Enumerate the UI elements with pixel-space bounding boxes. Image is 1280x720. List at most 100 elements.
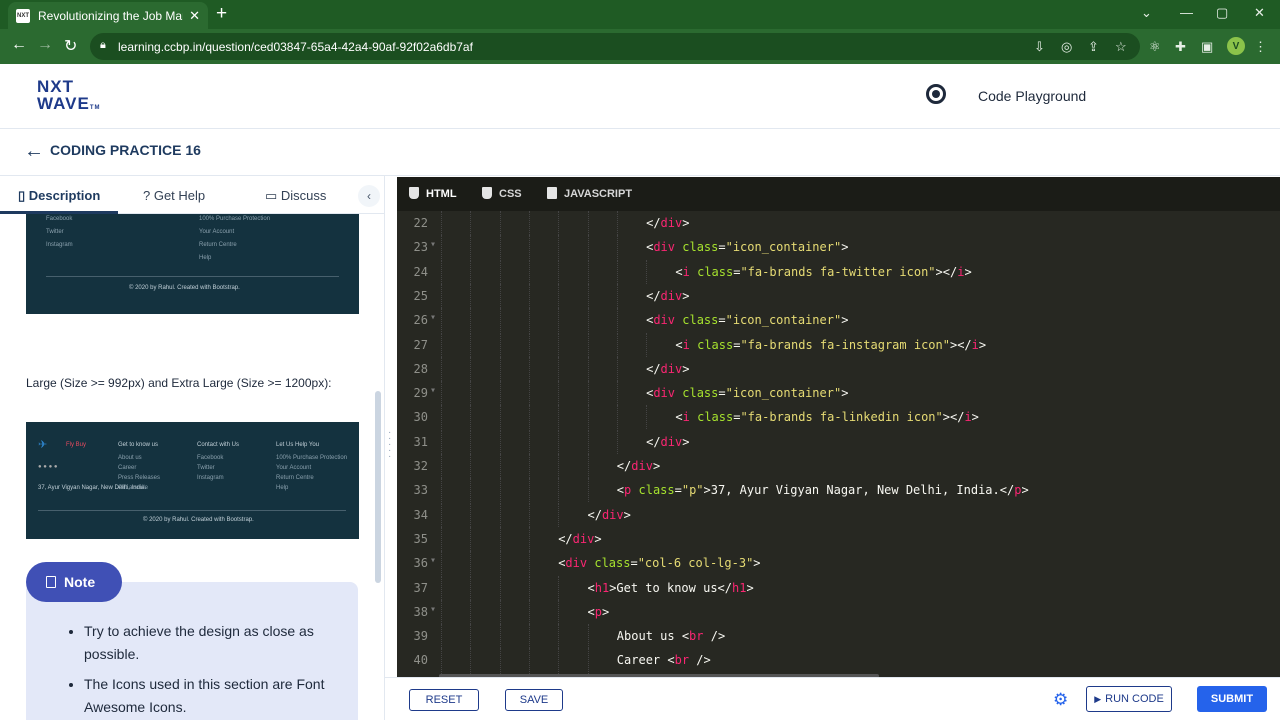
line-number: 24 — [413, 264, 428, 279]
app-header: NXT WAVETM Code Playground — [0, 64, 1280, 129]
collapse-panel-button[interactable]: ‹ — [358, 185, 380, 207]
line-number: 31 — [413, 434, 428, 449]
line-number: 29 — [413, 386, 428, 401]
line-number: 33 — [413, 483, 428, 498]
line-number: 40 — [413, 653, 428, 668]
tab-description[interactable]: ▯ Description — [18, 188, 100, 204]
code-text: </div> — [646, 288, 690, 303]
description-text: Large (Size >= 992px) and Extra Large (S… — [26, 376, 332, 390]
code-line[interactable]: 37 <h1>Get to know us</h1> — [397, 575, 1280, 600]
css3-icon — [482, 187, 492, 199]
submit-button[interactable]: SUBMIT — [1197, 686, 1267, 712]
tab-css[interactable]: CSS — [482, 187, 522, 200]
code-text: </div> — [616, 459, 661, 473]
back-arrow-icon[interactable]: ← — [24, 140, 44, 163]
fold-arrow-icon[interactable]: ▾ — [430, 312, 436, 323]
bird-logo-icon: ✈ — [38, 439, 48, 451]
url-input[interactable]: 🔒︎ learning.ccbp.in/question/ced03847-65… — [90, 33, 1140, 60]
maximize-icon[interactable]: ▢ — [1216, 5, 1228, 21]
timer-icon[interactable] — [926, 84, 946, 104]
code-line[interactable]: 30 <i class="fa-brands fa-linkedin icon">… — [397, 405, 1280, 430]
line-number: 26 — [413, 313, 428, 328]
fold-arrow-icon[interactable]: ▾ — [430, 385, 436, 396]
line-number: 36 — [413, 556, 428, 571]
code-line[interactable]: 26 ▾ <div class="icon_container"> — [397, 308, 1280, 333]
code-text: </div> — [646, 434, 690, 449]
url-text: learning.ccbp.in/question/ced03847-65a4-… — [118, 39, 473, 54]
left-scrollbar[interactable] — [375, 391, 381, 583]
window-close-icon[interactable]: ✕ — [1254, 5, 1265, 21]
back-icon[interactable]: ← — [11, 36, 27, 54]
tab-get-help[interactable]: ? Get Help — [143, 188, 205, 203]
tab-html[interactable]: HTML — [409, 187, 457, 200]
note-item: The Icons used in this section are Font … — [84, 673, 344, 719]
line-number: 38 — [413, 604, 428, 619]
reset-button[interactable]: RESET — [409, 689, 479, 711]
code-line[interactable]: 35 </div> — [397, 526, 1280, 551]
left-panel: ▯ Description ? Get Help ▭ Discuss ‹ Fac… — [0, 176, 385, 720]
new-tab-icon[interactable]: + — [216, 3, 227, 25]
left-tabs: ▯ Description ? Get Help ▭ Discuss ‹ — [0, 176, 384, 214]
tab-javascript[interactable]: JAVASCRIPT — [547, 187, 632, 200]
code-line[interactable]: 27 <i class="fa-brands fa-instagram icon"… — [397, 332, 1280, 357]
share-icon[interactable]: ⇪ — [1088, 39, 1099, 55]
tab-discuss[interactable]: ▭ Discuss — [265, 188, 326, 204]
favicon-icon: NXT — [16, 8, 30, 23]
browser-tab[interactable]: NXT Revolutionizing the Job Market | ✕ — [8, 2, 208, 29]
fold-arrow-icon[interactable]: ▾ — [430, 555, 436, 566]
code-line[interactable]: 22 </div> — [397, 211, 1280, 235]
code-line[interactable]: 33 <p class="p">37, Ayur Vigyan Nagar, Ne… — [397, 478, 1280, 503]
reload-icon[interactable]: ↻ — [64, 36, 77, 56]
close-tab-icon[interactable]: ✕ — [189, 8, 200, 24]
minimize-icon[interactable]: — — [1180, 5, 1193, 20]
bookmark-star-icon[interactable]: ☆ — [1115, 39, 1127, 55]
code-text: </div> — [558, 531, 602, 546]
code-lines[interactable]: 22 </div> 23 ▾ <div class="icon_container"> 2… — [397, 211, 1280, 697]
menu-icon[interactable]: ⋮ — [1254, 39, 1267, 55]
line-number: 35 — [413, 531, 428, 546]
code-line[interactable]: 36 ▾ <div class="col-6 col-lg-3"> — [397, 551, 1280, 576]
code-playground-link[interactable]: Code Playground — [978, 88, 1086, 104]
code-text: <div class="icon_container"> — [646, 313, 849, 328]
install-icon[interactable]: ⇩ — [1034, 39, 1045, 55]
code-text: <div class="icon_container"> — [646, 240, 849, 255]
code-line[interactable]: 40 Career <br /> — [397, 648, 1280, 673]
line-number: 27 — [413, 337, 428, 352]
code-line[interactable]: 32 </div> — [397, 454, 1280, 478]
line-number: 30 — [413, 410, 428, 425]
code-line[interactable]: 31 </div> — [397, 429, 1280, 454]
tab-search-icon[interactable]: ⌄ — [1141, 5, 1152, 21]
resize-handle[interactable]: · · · · · — [388, 428, 391, 462]
fold-arrow-icon[interactable]: ▾ — [430, 239, 436, 250]
nxtwave-logo[interactable]: NXT WAVETM — [37, 78, 100, 117]
react-extension-icon[interactable]: ⚛ — [1149, 39, 1161, 55]
save-button[interactable]: SAVE — [505, 689, 563, 711]
note-badge: Note — [26, 562, 122, 602]
code-line[interactable]: 34 </div> — [397, 502, 1280, 527]
code-editor[interactable]: HTML CSS JAVASCRIPT 22 </div> 23 ▾ <div clas… — [397, 177, 1280, 697]
code-line[interactable]: 28 </div> — [397, 356, 1280, 381]
settings-gear-icon[interactable]: ⚙ — [1053, 690, 1068, 710]
html5-icon — [409, 187, 419, 199]
forward-icon[interactable]: → — [37, 36, 53, 54]
line-number: 22 — [413, 216, 428, 230]
code-line[interactable]: 29 ▾ <div class="icon_container"> — [397, 381, 1280, 406]
code-line[interactable]: 39 About us <br /> — [397, 624, 1280, 649]
sidepanel-icon[interactable]: ▣ — [1201, 39, 1213, 55]
run-code-button[interactable]: ▶ RUN CODE — [1086, 686, 1172, 712]
code-text: <div class="icon_container"> — [646, 386, 849, 401]
code-text: <p class="p">37, Ayur Vigyan Nagar, New … — [616, 483, 1029, 498]
code-text: <i class="fa-brands fa-instagram icon"><… — [675, 337, 987, 352]
profile-avatar[interactable]: V — [1227, 37, 1245, 55]
code-text: About us <br /> — [616, 629, 726, 644]
code-text: <i class="fa-brands fa-linkedin icon"></… — [675, 410, 979, 425]
page-title: CODING PRACTICE 16 — [50, 142, 201, 158]
fold-arrow-icon[interactable]: ▾ — [430, 604, 436, 615]
code-line[interactable]: 38 ▾ <p> — [397, 599, 1280, 624]
eye-off-icon[interactable]: ◎ — [1061, 39, 1072, 55]
code-line[interactable]: 24 <i class="fa-brands fa-twitter icon"><… — [397, 259, 1280, 284]
code-line[interactable]: 25 </div> — [397, 283, 1280, 308]
extensions-icon[interactable]: ✚ — [1175, 39, 1186, 55]
code-line[interactable]: 23 ▾ <div class="icon_container"> — [397, 235, 1280, 260]
footer-preview-image-large: ✈ Fly Buy ● ● ● ● 37, Ayur Vigyan Nagar,… — [26, 422, 359, 539]
